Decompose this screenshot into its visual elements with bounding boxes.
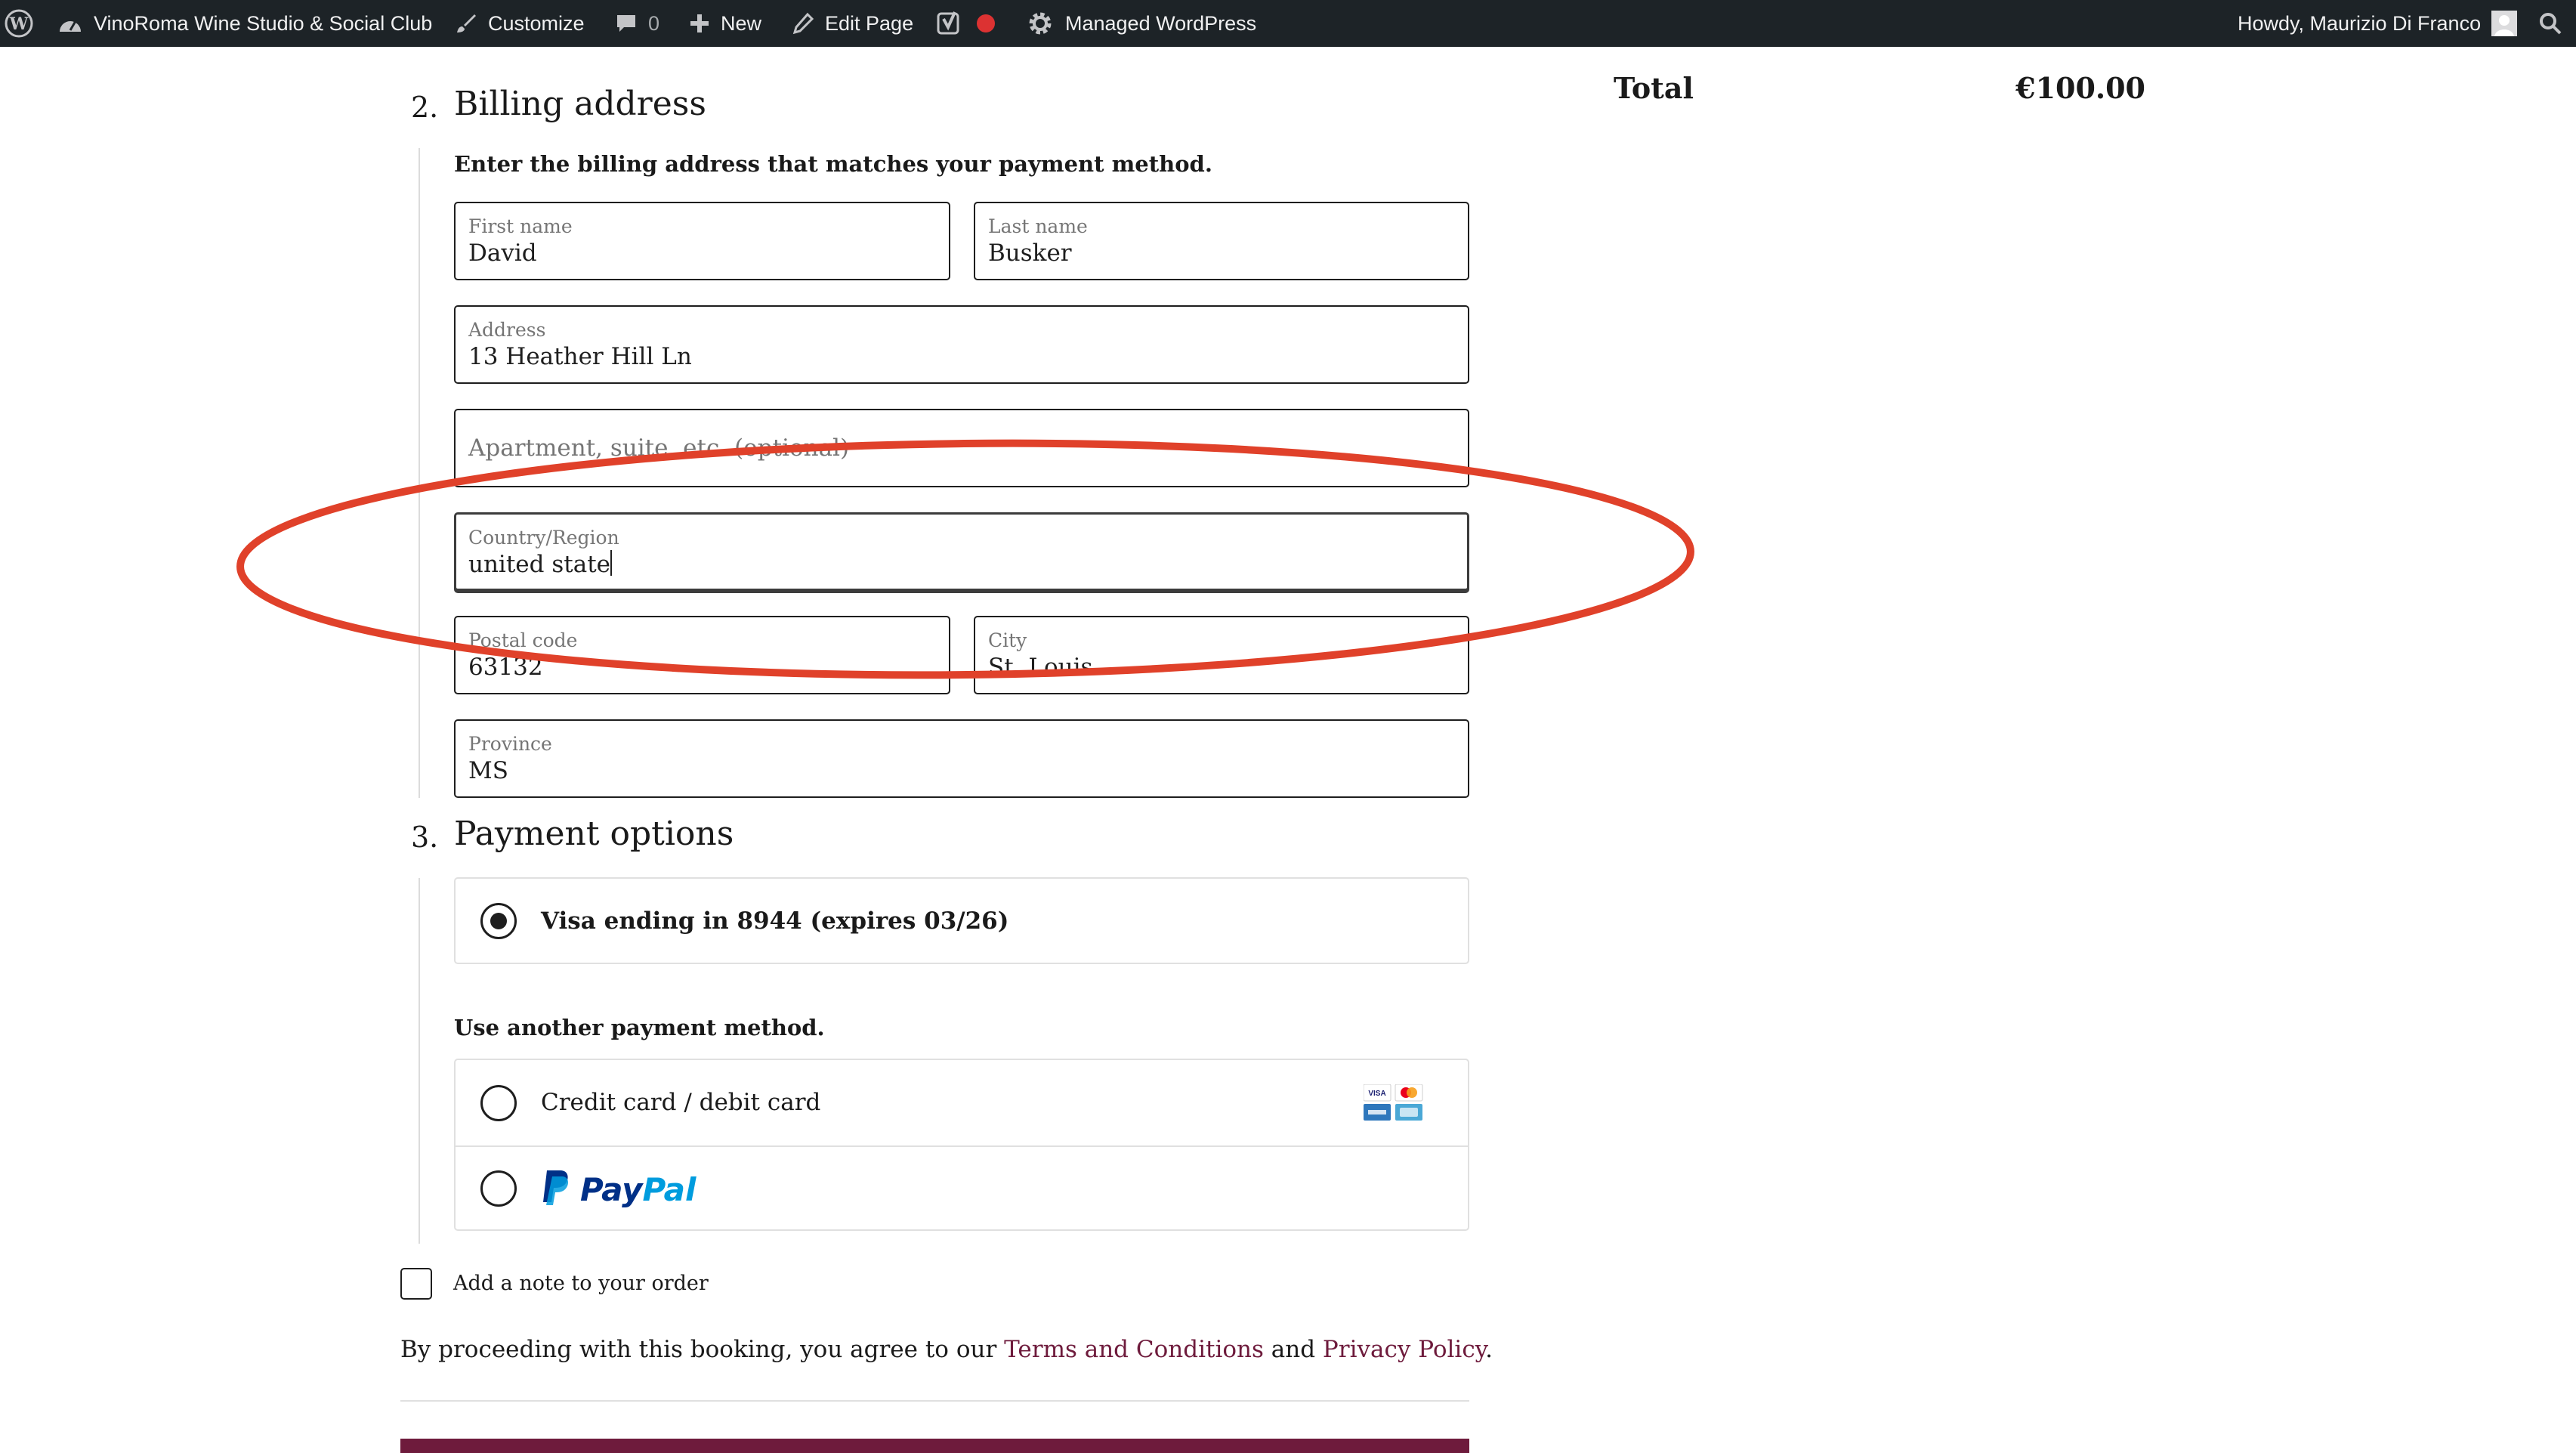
payment-step-number: 3. [411, 821, 439, 854]
province-value: MS [468, 757, 508, 784]
svg-text:W: W [9, 14, 29, 34]
billing-section-line [419, 148, 420, 798]
payment-methods-list: Credit card / debit card VISA Pay Pal [454, 1059, 1469, 1231]
paypal-p-icon [541, 1169, 571, 1210]
howdy-label: Howdy, Maurizio Di Franco [2238, 11, 2482, 35]
admin-bar: W VinoRoma Wine Studio & Social Club Cus… [0, 0, 2576, 47]
card-brands-icon: VISA [1363, 1084, 1424, 1125]
last-name-field[interactable]: Last name Busker [974, 202, 1469, 280]
dashboard-gauge-icon [57, 12, 83, 35]
billing-instruction: Enter the billing address that matches y… [454, 151, 1212, 177]
city-field[interactable]: City St. Louis [974, 616, 1469, 694]
paintbrush-icon [455, 12, 477, 35]
terms-text: By proceeding with this booking, you agr… [400, 1336, 1493, 1363]
country-region-value: united state [468, 551, 610, 578]
account-menu[interactable]: Howdy, Maurizio Di Franco [2238, 0, 2518, 47]
saved-card-option[interactable]: Visa ending in 8944 (expires 03/26) [454, 877, 1469, 964]
paypal-logo: Pay Pal [541, 1168, 696, 1210]
apartment-placeholder: Apartment, suite, etc. (optional) [468, 434, 850, 462]
yoast-seo-menu[interactable] [937, 0, 996, 47]
terms-and-conditions-link[interactable]: Terms and Conditions [1004, 1336, 1264, 1363]
city-value: St. Louis [988, 654, 1093, 681]
paypal-option[interactable]: Pay Pal [456, 1147, 1468, 1232]
country-region-field[interactable]: Country/Region united state [454, 512, 1469, 591]
order-total-label: Total [1614, 71, 1694, 105]
city-label: City [988, 629, 1027, 651]
order-total-value: €100.00 [2015, 71, 2145, 105]
country-region-input[interactable]: united state [468, 550, 612, 578]
comment-bubble-icon [615, 12, 638, 35]
province-label: Province [468, 733, 552, 755]
privacy-policy-link[interactable]: Privacy Policy [1323, 1336, 1485, 1363]
paypal-wordmark-pal: Pal [642, 1170, 697, 1208]
edit-page-link[interactable]: Edit Page [792, 0, 913, 47]
postal-code-value: 63132 [468, 654, 543, 681]
province-field[interactable]: Province MS [454, 719, 1469, 798]
visa-logo-text: VISA [1368, 1090, 1385, 1098]
search-icon[interactable] [2538, 0, 2562, 47]
country-region-label: Country/Region [468, 527, 619, 549]
payment-section-title: Payment options [454, 815, 734, 853]
billing-step-number: 2. [411, 91, 439, 124]
first-name-label: First name [468, 215, 573, 237]
text-caret [610, 550, 612, 576]
new-label: New [721, 11, 762, 35]
new-content-menu[interactable]: New [689, 0, 761, 47]
paypal-radio[interactable] [480, 1170, 517, 1207]
saved-card-radio[interactable] [480, 903, 517, 939]
comments-count: 0 [648, 11, 660, 35]
address-label: Address [468, 319, 546, 341]
address-value: 13 Heather Hill Ln [468, 343, 692, 370]
credit-card-option[interactable]: Credit card / debit card VISA [456, 1060, 1468, 1145]
payment-section-line [419, 878, 420, 1244]
billing-section-title: Billing address [454, 85, 706, 123]
terms-prefix: By proceeding with this booking, you agr… [400, 1336, 1005, 1363]
credit-card-radio[interactable] [480, 1085, 517, 1121]
address-field[interactable]: Address 13 Heather Hill Ln [454, 305, 1469, 384]
place-booking-button[interactable] [400, 1439, 1469, 1453]
pencil-icon [792, 12, 814, 35]
terms-suffix: . [1485, 1336, 1493, 1363]
first-name-value: David [468, 240, 537, 267]
credit-card-label: Credit card / debit card [541, 1089, 821, 1116]
first-name-field[interactable]: First name David [454, 202, 950, 280]
managed-label: Managed WordPress [1065, 11, 1257, 35]
postal-code-label: Postal code [468, 629, 578, 651]
paypal-wordmark-pay: Pay [580, 1170, 643, 1208]
add-note-checkbox[interactable] [400, 1268, 432, 1300]
wordpress-logo-icon[interactable]: W [5, 0, 33, 47]
managed-wordpress-menu[interactable]: Managed WordPress [1027, 0, 1256, 47]
section-divider [400, 1400, 1469, 1402]
apartment-field[interactable]: Apartment, suite, etc. (optional) [454, 409, 1469, 487]
saved-card-label: Visa ending in 8944 (expires 03/26) [541, 907, 1009, 935]
terms-and: and [1263, 1336, 1323, 1363]
site-name-label: VinoRoma Wine Studio & Social Club [94, 11, 433, 35]
postal-code-field[interactable]: Postal code 63132 [454, 616, 950, 694]
plus-icon [689, 13, 710, 34]
another-method-heading: Use another payment method. [454, 1015, 825, 1040]
edit-page-label: Edit Page [825, 11, 914, 35]
yoast-logo-icon [937, 11, 962, 36]
seo-status-dot-icon [976, 14, 996, 33]
customize-label: Customize [488, 11, 585, 35]
customize-link[interactable]: Customize [455, 0, 585, 47]
avatar [2491, 11, 2518, 36]
site-name-menu[interactable]: VinoRoma Wine Studio & Social Club [57, 0, 432, 47]
add-note-label: Add a note to your order [453, 1272, 709, 1295]
comments-link[interactable]: 0 [615, 0, 659, 47]
last-name-value: Busker [988, 240, 1072, 267]
last-name-label: Last name [988, 215, 1088, 237]
gear-icon [1027, 11, 1053, 36]
